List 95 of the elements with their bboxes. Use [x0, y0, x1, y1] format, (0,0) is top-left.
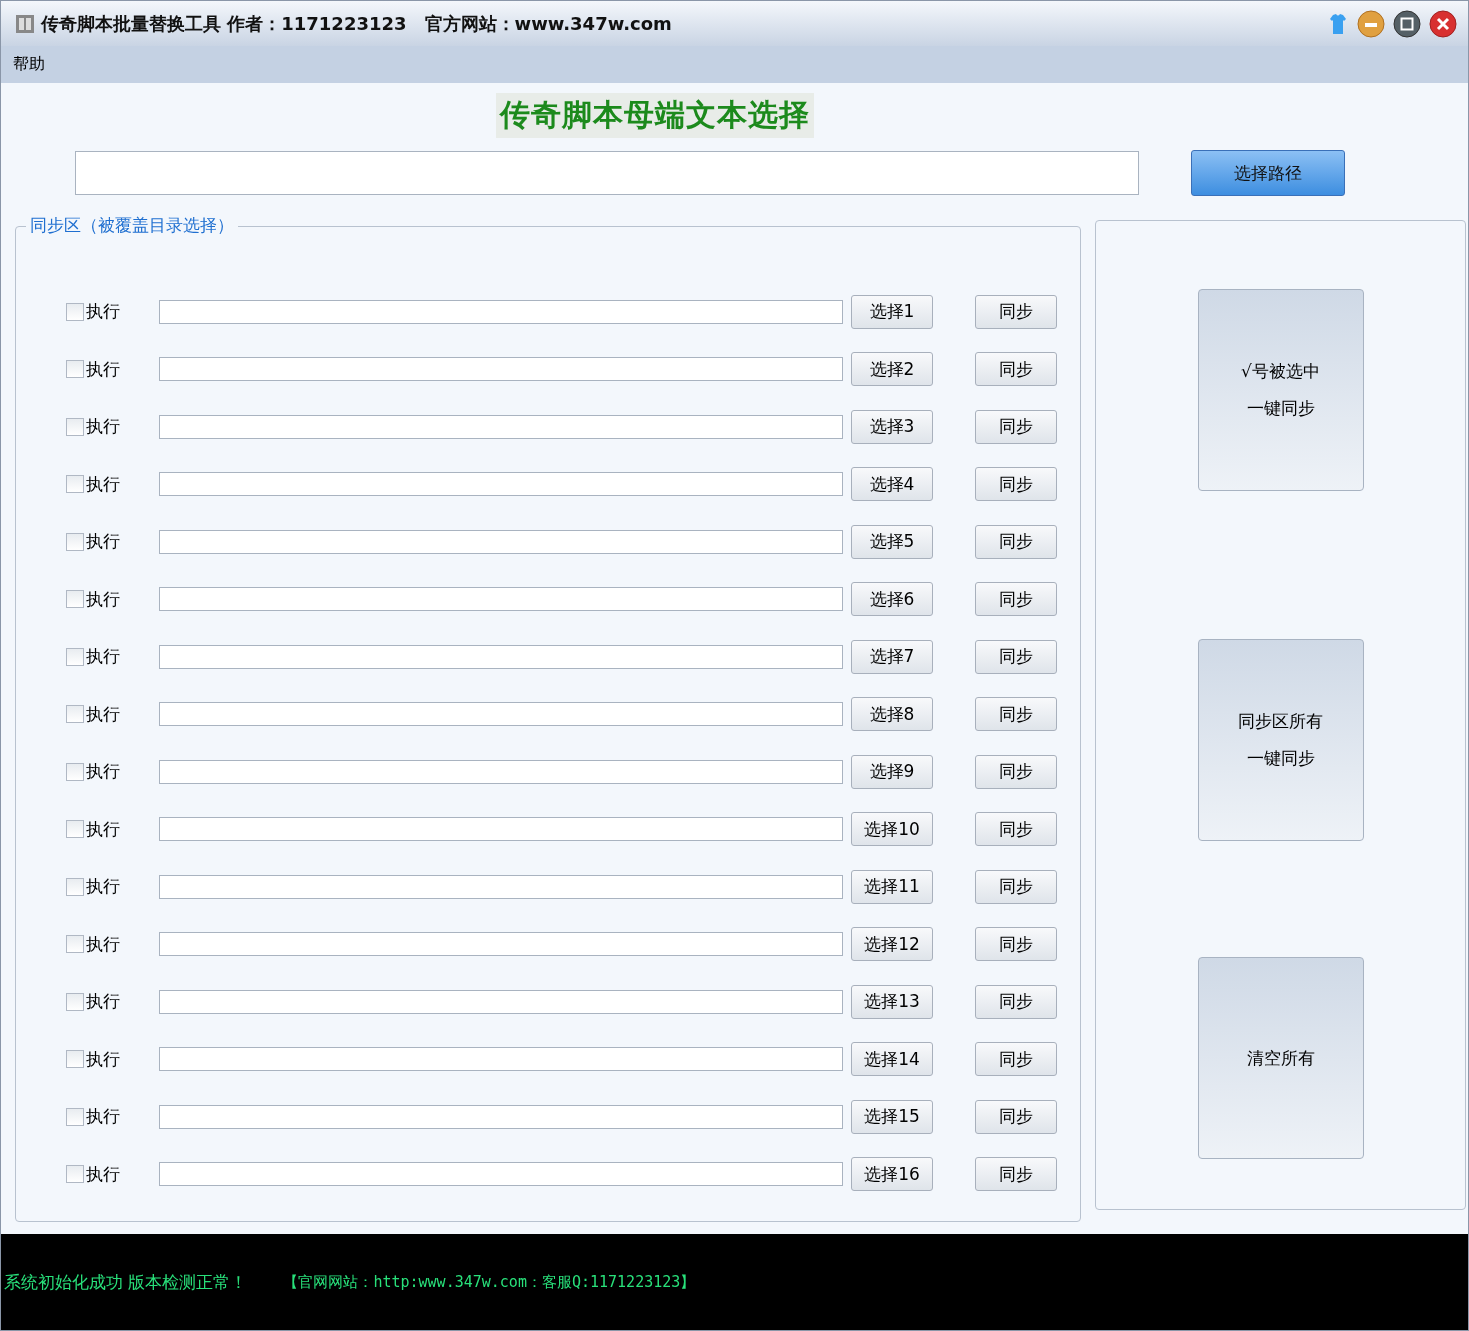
- folder-path-field[interactable]: [159, 702, 843, 727]
- select-button[interactable]: 选择9: [851, 754, 933, 789]
- select-button[interactable]: 选择15: [851, 1099, 933, 1134]
- group-title: 同步区（被覆盖目录选择）: [26, 214, 238, 237]
- folder-path-field[interactable]: [159, 817, 843, 842]
- sync-button[interactable]: 同步: [975, 1099, 1057, 1134]
- folder-path-field[interactable]: [159, 472, 843, 497]
- checkbox-label: 执行: [86, 1047, 120, 1071]
- checkbox-label: 执行: [86, 415, 120, 439]
- sync-button[interactable]: 同步: [975, 812, 1057, 847]
- checkbox[interactable]: [66, 590, 84, 609]
- folder-path-field[interactable]: [159, 989, 843, 1014]
- folder-path-field[interactable]: [159, 529, 843, 554]
- checkbox[interactable]: [66, 360, 84, 379]
- sync-button[interactable]: 同步: [975, 294, 1057, 329]
- sync-button[interactable]: 同步: [975, 869, 1057, 904]
- select-button[interactable]: 选择8: [851, 697, 933, 732]
- checkbox[interactable]: [66, 417, 84, 436]
- checkbox[interactable]: [66, 647, 84, 666]
- checkbox[interactable]: [66, 762, 84, 781]
- select-button[interactable]: 选择2: [851, 352, 933, 387]
- status-message: 系统初始化成功 版本检测正常！: [4, 1270, 248, 1294]
- action-button[interactable]: 同步区所有 一键同步: [1197, 639, 1364, 841]
- folder-path-field[interactable]: [159, 874, 843, 899]
- select-path-button[interactable]: 选择路径: [1191, 150, 1345, 196]
- checkbox[interactable]: [66, 1165, 84, 1184]
- sync-button[interactable]: 同步: [975, 639, 1057, 674]
- sync-button[interactable]: 同步: [975, 697, 1057, 732]
- select-button[interactable]: 选择16: [851, 1157, 933, 1192]
- sync-button[interactable]: 同步: [975, 927, 1057, 962]
- checkbox-label: 执行: [86, 817, 120, 841]
- app-icon: [15, 13, 35, 34]
- sync-button[interactable]: 同步: [975, 409, 1057, 444]
- folder-path-field[interactable]: [159, 1162, 843, 1187]
- sync-button[interactable]: 同步: [975, 524, 1057, 559]
- status-info: 【官网网站：http:www.347w.com：客服Q:1171223123】: [283, 1272, 696, 1292]
- checkbox-label: 执行: [86, 472, 120, 496]
- select-button[interactable]: 选择12: [851, 927, 933, 962]
- checkbox[interactable]: [66, 705, 84, 724]
- folder-path-field[interactable]: [159, 1047, 843, 1072]
- heading: 传奇脚本母端文本选择: [495, 93, 814, 138]
- folder-path-field[interactable]: [159, 587, 843, 612]
- folder-path-field[interactable]: [159, 932, 843, 957]
- select-button[interactable]: 选择14: [851, 1042, 933, 1077]
- checkbox[interactable]: [66, 992, 84, 1011]
- folder-path-field[interactable]: [159, 299, 843, 324]
- select-button[interactable]: 选择3: [851, 409, 933, 444]
- sync-button[interactable]: 同步: [975, 352, 1057, 387]
- close-button[interactable]: [1428, 8, 1458, 39]
- select-button[interactable]: 选择1: [851, 294, 933, 329]
- select-button[interactable]: 选择5: [851, 524, 933, 559]
- sync-button[interactable]: 同步: [975, 984, 1057, 1019]
- action-button[interactable]: √号被选中 一键同步: [1197, 289, 1364, 491]
- window-title: 传奇脚本批量替换工具 作者：1171223123 官方网站：www.347w.com: [41, 11, 672, 36]
- checkbox-label: 执行: [86, 587, 120, 611]
- checkbox[interactable]: [66, 302, 84, 321]
- checkbox-label: 执行: [86, 300, 120, 324]
- folder-path-field[interactable]: [159, 759, 843, 784]
- checkbox[interactable]: [66, 1107, 84, 1126]
- select-button[interactable]: 选择13: [851, 984, 933, 1019]
- sync-button[interactable]: 同步: [975, 754, 1057, 789]
- select-button[interactable]: 选择7: [851, 639, 933, 674]
- checkbox[interactable]: [66, 935, 84, 954]
- menu-item[interactable]: 帮助: [13, 54, 45, 75]
- checkbox[interactable]: [66, 877, 84, 896]
- checkbox[interactable]: [66, 532, 84, 551]
- checkbox-label: 执行: [86, 932, 120, 956]
- folder-path-field[interactable]: [159, 357, 843, 382]
- checkbox-label: 执行: [86, 357, 120, 381]
- folder-path-field[interactable]: [159, 1104, 843, 1129]
- select-button[interactable]: 选择11: [851, 869, 933, 904]
- checkbox-label: 执行: [86, 990, 120, 1014]
- checkbox[interactable]: [66, 1050, 84, 1069]
- sync-button[interactable]: 同步: [975, 467, 1057, 502]
- folder-path-field[interactable]: [159, 644, 843, 669]
- minimize-button[interactable]: [1356, 8, 1386, 39]
- maximize-button[interactable]: [1392, 8, 1422, 39]
- action-button[interactable]: 清空所有: [1197, 957, 1364, 1159]
- checkbox-label: 执行: [86, 702, 120, 726]
- checkbox-label: 执行: [86, 1162, 120, 1186]
- sync-button[interactable]: 同步: [975, 1042, 1057, 1077]
- select-button[interactable]: 选择4: [851, 467, 933, 502]
- sync-button[interactable]: 同步: [975, 1157, 1057, 1192]
- checkbox[interactable]: [66, 820, 84, 839]
- sync-button[interactable]: 同步: [975, 582, 1057, 617]
- select-button[interactable]: 选择6: [851, 582, 933, 617]
- path-field[interactable]: [75, 151, 1139, 195]
- checkbox-label: 执行: [86, 1105, 120, 1129]
- checkbox-label: 执行: [86, 760, 120, 784]
- checkbox[interactable]: [66, 475, 84, 494]
- folder-path-field[interactable]: [159, 414, 843, 439]
- checkbox-label: 执行: [86, 875, 120, 899]
- checkbox-label: 执行: [86, 645, 120, 669]
- checkbox-label: 执行: [86, 530, 120, 554]
- select-button[interactable]: 选择10: [851, 812, 933, 847]
